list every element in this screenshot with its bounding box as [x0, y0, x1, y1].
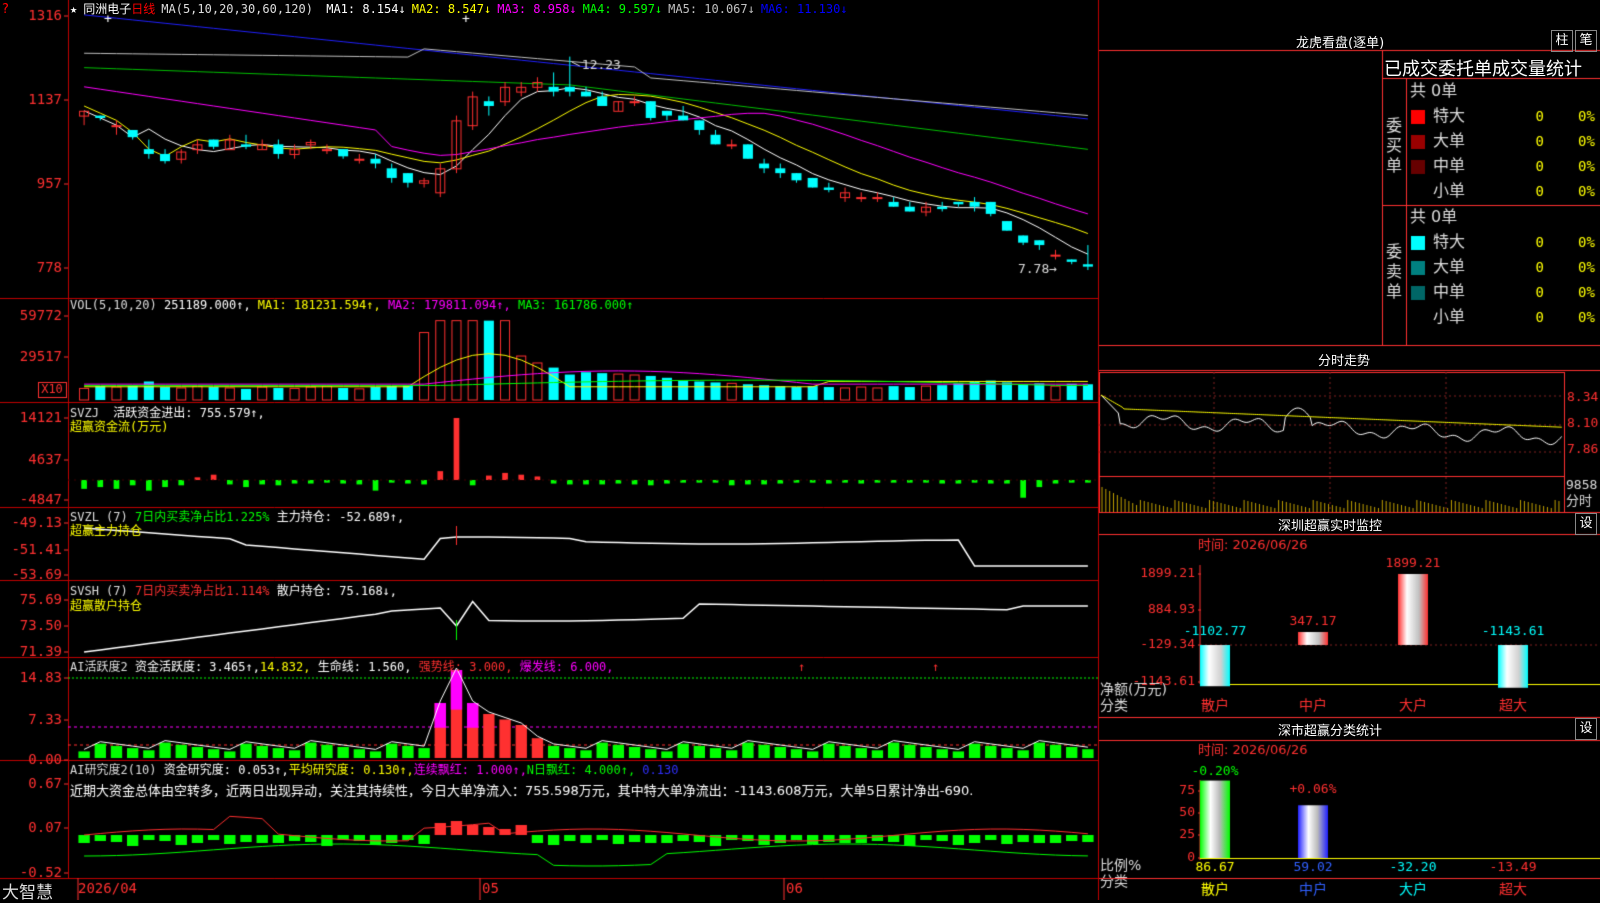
- lhb-subtitle: 已成交委托单成交量统计: [1384, 59, 1582, 80]
- sz-stats-title: 深市超赢分类统计: [1278, 724, 1383, 739]
- price-header: ★ 同洲电子日线 MA(5,10,20,30,60,120) MA1: 8.154↓…: [70, 0, 860, 17]
- star-icon[interactable]: ★: [70, 2, 77, 16]
- tick-mode-button[interactable]: 笔: [1575, 30, 1597, 52]
- ma-value-6: MA6: 11.130↓: [760, 2, 848, 16]
- ma-values: MA1: 8.154↓ MA2: 8.547↓ MA3: 8.958↓ MA4: 9.…: [326, 2, 853, 16]
- bar-mode-button[interactable]: 柱: [1551, 30, 1573, 52]
- period-label[interactable]: 日线: [131, 2, 155, 16]
- ma-value-3: MA3: 8.958↓: [497, 2, 577, 16]
- stock-name[interactable]: 同洲电子: [83, 2, 131, 16]
- lhb-title: 龙虎看盘(逐单): [1296, 36, 1385, 51]
- ma-value-1: MA1: 8.154↓: [326, 2, 406, 16]
- ma-value-2: MA2: 8.547↓: [411, 2, 492, 16]
- ma-value-5: MA5: 10.067↓: [668, 2, 755, 16]
- sz-monitor-settings-button[interactable]: 设: [1575, 513, 1597, 535]
- app-logo: 大智慧: [2, 883, 53, 903]
- ma-value-4: MA4: 9.597↓: [582, 2, 663, 16]
- sz-monitor-title: 深圳超赢实时监控: [1278, 519, 1383, 534]
- corner-mark[interactable]: ?: [2, 2, 9, 17]
- sz-stats-settings-button[interactable]: 设: [1575, 718, 1597, 740]
- ma-label: MA(5,10,20,30,60,120): [161, 2, 313, 16]
- fenshi-title[interactable]: 分时走势: [1318, 350, 1370, 369]
- main-chart-canvas[interactable]: [0, 0, 1600, 900]
